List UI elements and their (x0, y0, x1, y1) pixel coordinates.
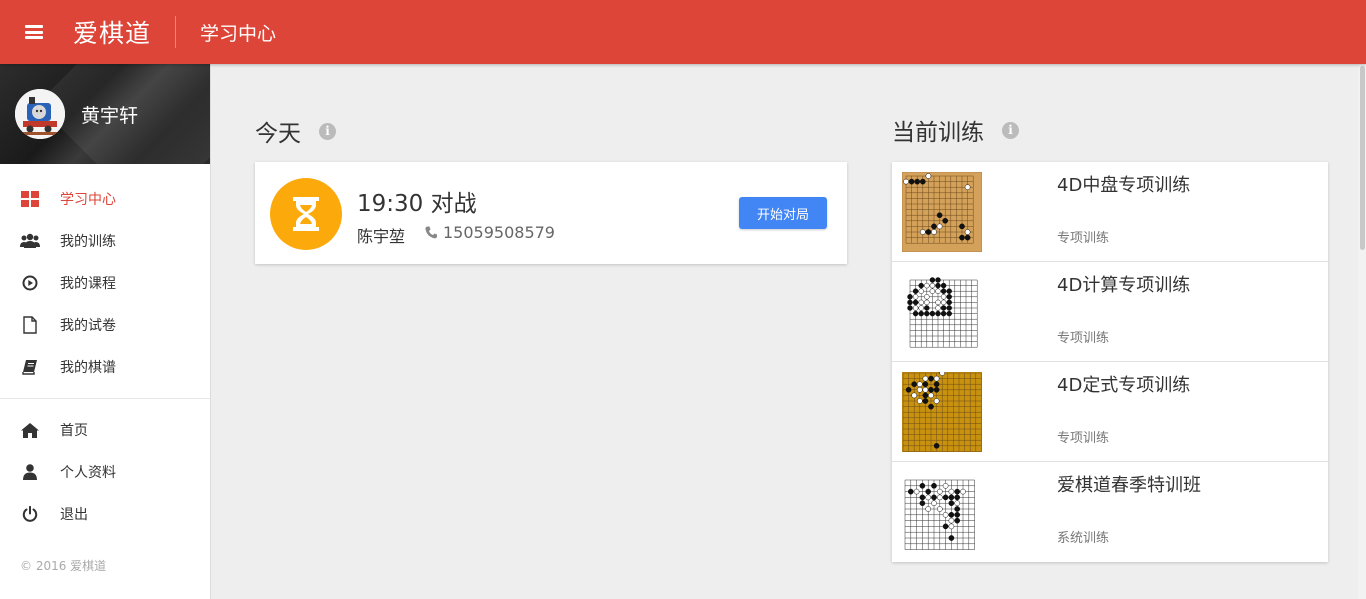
today-event-card: 19:30 对战 陈宇堃 15059508579 开始对局 (255, 162, 847, 264)
user-icon (20, 462, 40, 482)
users-icon (20, 231, 40, 251)
scrollbar-thumb[interactable] (1360, 66, 1365, 250)
training-name: 爱棋道春季特训班 (1057, 475, 1201, 496)
file-icon (20, 315, 40, 335)
opponent-phone: 15059508579 (425, 223, 555, 242)
sidebar: 黄宇轩 学习中心 我的训练 我的课程 我的试卷 我的棋谱 首页 个人资料 退出 … (0, 64, 211, 599)
sidebar-item-label: 我的课程 (60, 276, 116, 292)
sidebar-main-nav: 学习中心 我的训练 我的课程 我的试卷 我的棋谱 (0, 164, 210, 388)
sidebar-item-my-papers[interactable]: 我的试卷 (0, 304, 210, 346)
header-divider (175, 16, 177, 48)
sidebar-item-my-training[interactable]: 我的训练 (0, 220, 210, 262)
sidebar-item-label: 首页 (60, 423, 88, 439)
phone-number: 15059508579 (443, 223, 555, 242)
training-title: 当前训练 (892, 120, 984, 146)
phone-icon (425, 226, 437, 239)
go-board-thumbnail (902, 372, 982, 452)
sidebar-item-home[interactable]: 首页 (0, 409, 210, 451)
info-icon[interactable]: i (1002, 121, 1019, 139)
go-board-thumbnail (902, 472, 982, 552)
sidebar-item-logout[interactable]: 退出 (0, 493, 210, 535)
training-type: 专项训练 (1057, 431, 1110, 446)
go-board-thumbnail (902, 272, 982, 352)
event-title: 19:30 对战 (357, 191, 477, 217)
go-board-thumbnail (902, 172, 982, 252)
home-icon (20, 420, 40, 440)
training-type: 专项训练 (1057, 331, 1110, 346)
copyright: © 2016 爱棋道 (20, 559, 107, 573)
sidebar-item-label: 我的试卷 (60, 318, 116, 334)
sidebar-item-label: 个人资料 (60, 465, 116, 481)
info-icon[interactable]: i (319, 122, 336, 140)
sidebar-item-my-courses[interactable]: 我的课程 (0, 262, 210, 304)
training-type: 专项训练 (1057, 231, 1110, 246)
training-name: 4D计算专项训练 (1057, 275, 1191, 296)
hourglass-badge (270, 178, 342, 250)
page-title: 学习中心 (200, 22, 277, 45)
book-icon (20, 357, 40, 377)
hourglass-icon (293, 197, 319, 231)
training-item[interactable]: 4D计算专项训练 专项训练 (892, 262, 1328, 362)
dashboard-icon (20, 189, 40, 209)
start-game-button[interactable]: 开始对局 (739, 197, 827, 229)
brand-logo[interactable]: 爱棋道 (73, 14, 151, 50)
play-circle-icon (20, 273, 40, 293)
sidebar-item-my-game-records[interactable]: 我的棋谱 (0, 346, 210, 388)
training-name: 4D定式专项训练 (1057, 375, 1191, 396)
sidebar-item-label: 退出 (60, 507, 88, 523)
sidebar-item-learning-center[interactable]: 学习中心 (0, 178, 210, 220)
profile-header: 黄宇轩 (0, 64, 210, 164)
user-name: 黄宇轩 (81, 104, 139, 127)
sidebar-item-profile[interactable]: 个人资料 (0, 451, 210, 493)
opponent-name: 陈宇堃 (357, 227, 406, 246)
sidebar-item-label: 学习中心 (60, 192, 116, 208)
today-title: 今天 (255, 121, 301, 147)
sidebar-item-label: 我的棋谱 (60, 360, 116, 376)
power-icon (20, 504, 40, 524)
training-name: 4D中盘专项训练 (1057, 175, 1191, 196)
menu-icon[interactable] (25, 25, 43, 39)
training-item[interactable]: 4D定式专项训练 专项训练 (892, 362, 1328, 462)
sidebar-item-label: 我的训练 (60, 234, 116, 250)
training-list: 4D中盘专项训练 专项训练 4D计算专项训练 专项训练 4D定式专项训练 专项训… (892, 162, 1328, 562)
avatar[interactable] (15, 89, 65, 139)
today-heading: 今天 i (255, 114, 336, 148)
training-heading: 当前训练 i (892, 113, 1019, 147)
train-avatar-icon (15, 89, 65, 139)
sidebar-secondary-nav: 首页 个人资料 退出 (0, 409, 210, 535)
top-bar: 爱棋道 学习中心 (0, 0, 1366, 64)
training-type: 系统训练 (1057, 531, 1110, 546)
training-item[interactable]: 爱棋道春季特训班 系统训练 (892, 462, 1328, 562)
sidebar-divider (0, 398, 210, 399)
training-item[interactable]: 4D中盘专项训练 专项训练 (892, 162, 1328, 262)
